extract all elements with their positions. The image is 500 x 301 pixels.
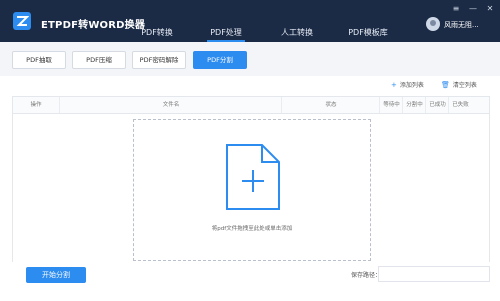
user-name: 风雨无阻... [444, 21, 479, 29]
tool-pdf-split[interactable]: PDF分割 [193, 51, 247, 69]
col-operation: 操作 [30, 102, 42, 108]
plus-icon: + [391, 81, 397, 89]
menu-icon[interactable]: ≡ [452, 5, 460, 13]
add-file-icon[interactable] [224, 142, 282, 214]
nav-manual-convert[interactable]: 人工转换 [279, 22, 315, 42]
save-path-label: 保存路径： [351, 272, 382, 279]
app-title: ETPDF转WORD换器 [41, 20, 146, 31]
avatar [426, 17, 440, 31]
app-logo-icon [13, 12, 31, 30]
col-splitting: 分割中 [402, 97, 426, 113]
file-table: 操作 文件名 状态 等待中 分割中 已成功 已失败 将pdf文件拖拽至此处或单击… [12, 96, 490, 270]
col-failed: 已失败 [448, 97, 472, 113]
tool-bar: PDF抽取 PDF压缩 PDF密码解除 PDF分割 [0, 42, 500, 76]
clear-list-label: 清空列表 [452, 82, 477, 89]
start-split-button[interactable]: 开始分割 [26, 267, 86, 283]
app-window: ETPDF转WORD换器 PDF转换 PDF处理 人工转换 PDF模板库 风雨无… [0, 0, 500, 301]
close-icon[interactable]: ✕ [486, 5, 494, 13]
trash-icon: 🗑 [441, 81, 450, 89]
add-list-button[interactable]: + 添加列表 [391, 80, 424, 89]
nav-pdf-process[interactable]: PDF处理 [207, 22, 245, 42]
clear-list-button[interactable]: 🗑 清空列表 [441, 80, 477, 89]
table-header: 操作 文件名 状态 等待中 分割中 已成功 已失败 [13, 97, 489, 114]
user-profile[interactable]: 风雨无阻... [426, 17, 479, 35]
tool-pdf-compress[interactable]: PDF压缩 [72, 51, 126, 69]
bottom-bar: 开始分割 保存路径： [0, 262, 500, 301]
save-path-input[interactable] [378, 266, 490, 282]
col-filename: 文件名 [59, 97, 282, 113]
col-status: 状态 [281, 97, 380, 113]
title-bar: ETPDF转WORD换器 PDF转换 PDF处理 人工转换 PDF模板库 风雨无… [0, 0, 500, 42]
file-drop-zone[interactable]: 将pdf文件拖拽至此处或单击添加 [133, 119, 371, 261]
minimize-icon[interactable]: — [469, 5, 477, 13]
tool-pdf-password-remove[interactable]: PDF密码解除 [132, 51, 186, 69]
tool-pdf-extract[interactable]: PDF抽取 [12, 51, 66, 69]
nav-pdf-convert[interactable]: PDF转换 [139, 22, 175, 42]
nav-pdf-template-library[interactable]: PDF模板库 [345, 22, 391, 42]
drop-hint-text: 将pdf文件拖拽至此处或单击添加 [211, 226, 293, 232]
list-actions: + 添加列表 🗑 清空列表 [0, 80, 500, 94]
window-controls: ≡ — ✕ [452, 5, 494, 15]
col-succeeded: 已成功 [425, 97, 449, 113]
add-list-label: 添加列表 [399, 82, 424, 89]
col-waiting: 等待中 [379, 97, 403, 113]
